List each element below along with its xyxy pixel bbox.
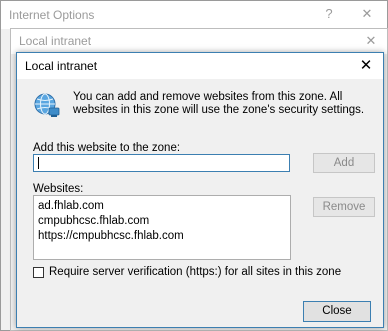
add-button[interactable]: Add (313, 153, 375, 173)
internet-options-title: Internet Options (9, 8, 95, 22)
list-item[interactable]: ad.fhlab.com (38, 199, 286, 214)
dialog-title: Local intranet (25, 59, 98, 73)
text-caret (38, 157, 39, 169)
close-button[interactable]: Close (303, 301, 371, 322)
list-item[interactable]: cmpubhcsc.fhlab.com (38, 214, 286, 229)
globe-network-icon (34, 93, 60, 117)
websites-list[interactable]: ad.fhlab.com cmpubhcsc.fhlab.com https:/… (33, 195, 291, 260)
local-intranet-sites-dialog: Local intranet ✕ You can add and remove … (16, 52, 384, 328)
local-intranet-title: Local intranet (19, 34, 92, 48)
help-icon[interactable]: ? (319, 5, 339, 23)
add-website-input[interactable] (33, 154, 290, 172)
list-item[interactable]: https://cmpubhcsc.fhlab.com (38, 229, 286, 244)
internet-options-close-icon[interactable]: ✕ (357, 5, 377, 23)
add-website-label: Add this website to the zone: (33, 142, 181, 154)
require-https-checkbox[interactable] (33, 267, 44, 278)
intro-text: You can add and remove websites from thi… (73, 91, 365, 116)
remove-button[interactable]: Remove (313, 197, 375, 217)
local-intranet-titlebar: Local intranet ✕ (11, 29, 387, 54)
dialog-close-icon[interactable]: ✕ (355, 56, 377, 76)
require-https-label[interactable]: Require server verification (https:) for… (49, 266, 341, 278)
websites-label: Websites: (33, 183, 84, 195)
dialog-titlebar: Local intranet ✕ (17, 53, 383, 79)
local-intranet-close-icon[interactable]: ✕ (361, 32, 381, 50)
internet-options-titlebar: Internet Options ? ✕ (1, 1, 387, 29)
